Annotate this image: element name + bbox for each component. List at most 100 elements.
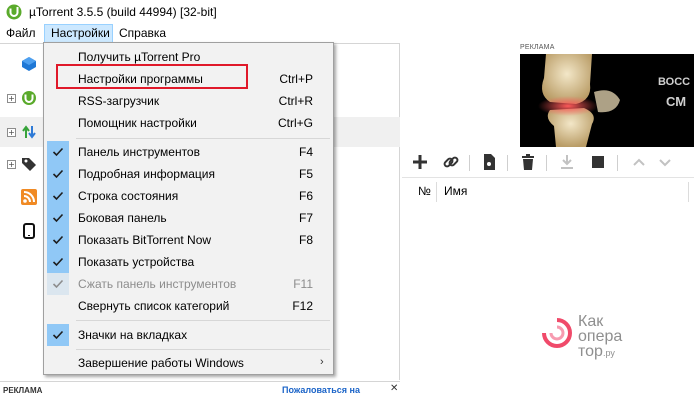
column-divider[interactable] <box>436 182 437 202</box>
menu-item-shortcut: Ctrl+R <box>278 94 313 108</box>
utorrent-small-icon <box>22 91 36 105</box>
checkmark-icon <box>47 324 69 346</box>
toolbar-divider <box>617 155 618 171</box>
menu-item-label: Панель инструментов <box>78 145 200 159</box>
menu-item-shortcut: F7 <box>298 211 313 225</box>
column-name[interactable]: Имя <box>444 178 467 204</box>
sidebar-item-transfers[interactable]: + <box>0 119 44 147</box>
menu-item-rss-downloader[interactable]: RSS-загрузчик Ctrl+R <box>44 90 333 112</box>
menu-item-label: Боковая панель <box>78 211 167 225</box>
menu-item-shortcut: F12 <box>292 299 313 313</box>
move-up-icon[interactable] <box>630 153 648 171</box>
checkmark-icon <box>47 229 69 251</box>
watermark-line-2: опера <box>578 328 623 345</box>
torrent-cube-icon <box>22 57 36 71</box>
close-ad-icon[interactable]: ✕ <box>390 383 398 394</box>
stop-icon[interactable] <box>589 153 607 171</box>
move-down-icon[interactable] <box>656 153 674 171</box>
menu-item-label: Показать устройства <box>78 255 195 269</box>
submenu-arrow-icon: › <box>320 356 324 368</box>
checkmark-icon <box>47 273 69 295</box>
checkmark-icon <box>47 141 69 163</box>
checkmark-icon <box>47 163 69 185</box>
watermark-line-1: Как <box>578 313 604 330</box>
menu-item-shortcut: F5 <box>298 167 313 181</box>
up-down-arrows-icon <box>22 125 36 139</box>
menu-item-tab-icons[interactable]: Значки на вкладках <box>44 324 333 346</box>
menu-item-detailed-info[interactable]: Подробная информация F5 <box>44 163 333 185</box>
sidebar-item-feeds[interactable]: + <box>0 85 44 113</box>
toolbar <box>402 148 694 176</box>
menu-item-label: Сжать панель инструментов <box>78 277 237 291</box>
add-torrent-icon[interactable] <box>411 153 429 171</box>
checkmark-icon <box>47 207 69 229</box>
column-number[interactable]: № <box>418 178 431 204</box>
watermark-rings-icon <box>542 318 572 348</box>
ad-banner[interactable]: ВОСС СМ <box>520 54 694 147</box>
menu-item-shortcut: F8 <box>298 233 313 247</box>
sidebar-item-torrents[interactable] <box>0 52 44 80</box>
menu-item-toolbar[interactable]: Панель инструментов F4 <box>44 141 333 163</box>
download-icon[interactable] <box>558 153 576 171</box>
ad-banner-text-2: СМ <box>666 94 687 109</box>
menu-item-shortcut: F4 <box>298 145 313 159</box>
checkmark-icon <box>47 185 69 207</box>
rss-icon <box>21 189 37 205</box>
menu-item-label: Значки на вкладках <box>78 328 188 342</box>
toolbar-divider <box>546 155 547 171</box>
bottom-ad-label: РЕКЛАМА <box>3 386 43 395</box>
menu-help[interactable]: Справка <box>113 24 172 43</box>
menu-separator <box>76 349 330 350</box>
expand-toggle-icon[interactable]: + <box>7 160 16 169</box>
column-divider[interactable] <box>688 182 689 202</box>
menu-item-label: Строка состояния <box>78 189 179 203</box>
menu-item-label: Подробная информация <box>78 167 215 181</box>
ad-banner-text-1: ВОСС <box>658 76 691 88</box>
device-phone-icon <box>23 223 35 239</box>
title-bar: µTorrent 3.5.5 (build 44994) [32-bit] <box>0 0 694 24</box>
menu-item-label: RSS-загрузчик <box>78 94 160 108</box>
menu-item-collapse-categories[interactable]: Свернуть список категорий F12 <box>44 295 333 317</box>
tag-icon <box>22 158 36 171</box>
bottom-ad-bar: РЕКЛАМА Пожаловаться на ✕ <box>0 381 400 407</box>
menu-settings[interactable]: Настройки <box>44 24 113 43</box>
toolbar-divider <box>507 155 508 171</box>
menu-item-status-bar[interactable]: Строка состояния F6 <box>44 185 333 207</box>
ad-label: РЕКЛАМА <box>520 44 555 51</box>
menu-item-shortcut: Ctrl+P <box>279 72 313 86</box>
menu-item-label: Завершение работы Windows <box>78 356 244 370</box>
menu-bar: Файл Настройки Справка <box>0 24 694 43</box>
toolbar-divider <box>469 155 470 171</box>
menu-item-compact-toolbar: Сжать панель инструментов F11 <box>44 273 333 295</box>
expand-toggle-icon[interactable]: + <box>7 94 16 103</box>
sidebar-item-rss[interactable] <box>0 183 44 211</box>
checkmark-icon <box>47 251 69 273</box>
add-link-icon[interactable] <box>442 153 460 171</box>
utorrent-window: µTorrent 3.5.5 (build 44994) [32-bit] Фа… <box>0 0 694 407</box>
menu-item-label: Свернуть список категорий <box>78 299 230 313</box>
sidebar-item-devices[interactable] <box>0 215 44 243</box>
watermark-line-3: тор.ру <box>578 343 615 360</box>
expand-toggle-icon[interactable]: + <box>7 128 16 137</box>
menu-item-show-devices[interactable]: Показать устройства <box>44 251 333 273</box>
complain-link[interactable]: Пожаловаться на <box>282 385 360 395</box>
menu-item-sidebar[interactable]: Боковая панель F7 <box>44 207 333 229</box>
settings-dropdown-menu: Получить µTorrent Pro Настройки программ… <box>43 42 334 375</box>
menu-item-setup-guide[interactable]: Помощник настройки Ctrl+G <box>44 112 333 134</box>
status-strip <box>400 381 694 407</box>
window-title: µTorrent 3.5.5 (build 44994) [32-bit] <box>29 5 217 19</box>
watermark-suffix: .ру <box>602 348 615 358</box>
highlight-annotation-box <box>56 64 248 89</box>
menu-separator <box>76 320 330 321</box>
utorrent-logo-icon <box>6 4 22 20</box>
sidebar-item-labels[interactable]: + <box>0 151 44 179</box>
menu-item-shortcut: Ctrl+G <box>277 116 313 130</box>
create-torrent-icon[interactable] <box>480 153 498 171</box>
menu-item-shutdown-windows[interactable]: Завершение работы Windows › <box>44 352 333 374</box>
menu-separator <box>76 138 330 139</box>
menu-item-label: Получить µTorrent Pro <box>78 50 201 64</box>
menu-item-label: Показать BitTorrent Now <box>78 233 212 247</box>
menu-item-bittorrent-now[interactable]: Показать BitTorrent Now F8 <box>44 229 333 251</box>
menu-file[interactable]: Файл <box>0 24 44 43</box>
delete-icon[interactable] <box>519 153 537 171</box>
